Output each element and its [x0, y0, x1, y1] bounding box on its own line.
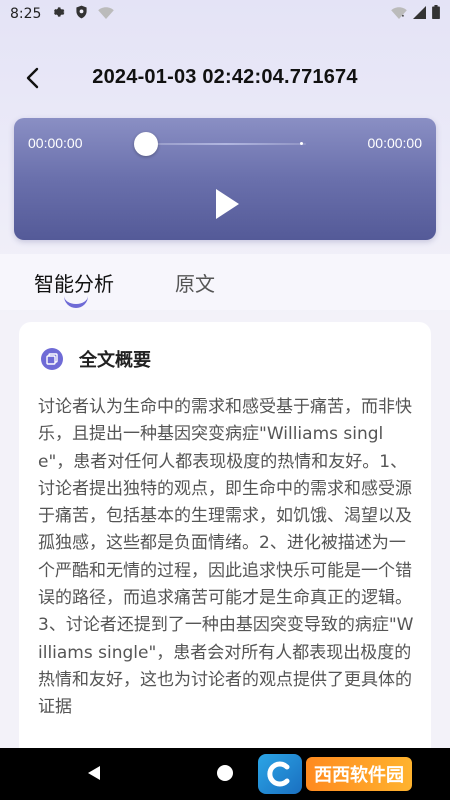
battery-icon	[432, 5, 440, 23]
gear-icon	[51, 5, 65, 23]
nav-back-icon[interactable]	[86, 765, 102, 785]
audio-player: 00:00:00 00:00:00	[14, 118, 436, 240]
page-title: 2024-01-03 02:42:04.771674	[92, 66, 358, 88]
wifi-icon	[391, 6, 407, 23]
shield-icon	[75, 5, 88, 23]
wifi-question-icon	[98, 6, 115, 23]
summary-title: 全文概要	[79, 350, 151, 371]
status-bar: 8:25	[0, 0, 450, 28]
signal-icon	[413, 5, 426, 23]
watermark-c-icon	[258, 754, 302, 794]
current-time: 00:00:00	[28, 135, 83, 151]
tab-original-text[interactable]: 原文	[175, 268, 215, 297]
tab-smart-analysis[interactable]: 智能分析	[34, 268, 114, 297]
summary-text: 讨论者认为生命中的需求和感受基于痛苦，而非快乐，且提出一种基因突变病症"Will…	[38, 397, 414, 718]
seek-thumb[interactable]	[134, 132, 158, 156]
seek-bar[interactable]	[146, 143, 306, 145]
play-icon	[216, 189, 239, 219]
watermark-text: 西西软件园	[306, 757, 412, 791]
status-time: 8:25	[10, 6, 42, 22]
watermark-logo: 西西软件园	[258, 754, 436, 794]
summary-icon	[41, 348, 63, 370]
summary-card: 全文概要 讨论者认为生命中的需求和感受基于痛苦，而非快乐，且提出一种基因突变病症…	[19, 322, 431, 782]
duration-time: 00:00:00	[367, 135, 423, 151]
play-button[interactable]	[210, 184, 244, 224]
tab-active-indicator	[64, 296, 88, 308]
header: 2024-01-03 02:42:04.771674	[0, 52, 450, 104]
seek-bar-end-dot	[300, 142, 303, 145]
tab-bar: 智能分析 原文	[0, 254, 450, 310]
nav-home-icon[interactable]	[217, 765, 233, 781]
